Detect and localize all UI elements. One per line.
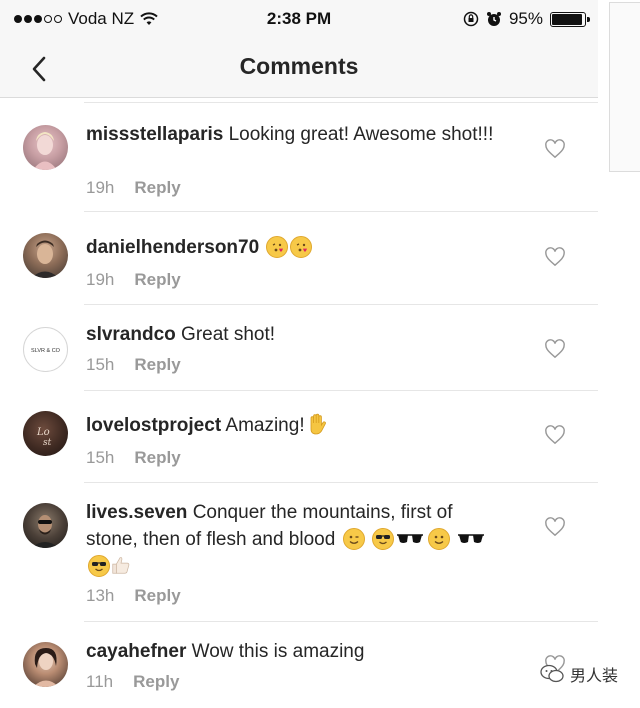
comment-time: 19h bbox=[86, 178, 115, 197]
avatar[interactable] bbox=[23, 125, 68, 170]
comment-meta: 19h Reply bbox=[86, 270, 181, 290]
comment-time: 13h bbox=[86, 586, 115, 605]
comment-time: 11h bbox=[86, 672, 114, 691]
like-heart-icon[interactable] bbox=[544, 339, 566, 359]
status-bar: Voda NZ 2:38 PM 95% bbox=[0, 0, 598, 40]
comment-time: 15h bbox=[86, 448, 115, 467]
battery-percent: 95% bbox=[508, 9, 543, 28]
reply-button[interactable]: Reply bbox=[134, 178, 180, 197]
svg-text:Lo: Lo bbox=[36, 427, 50, 438]
comment-username[interactable]: cayahefner bbox=[86, 641, 186, 662]
comment-time: 15h bbox=[86, 355, 115, 374]
reply-button[interactable]: Reply bbox=[134, 448, 180, 467]
wechat-icon bbox=[540, 664, 564, 683]
avatar[interactable]: Lo st bbox=[23, 411, 68, 456]
comment-meta: 11h Reply bbox=[86, 672, 179, 692]
status-right: 95% bbox=[463, 9, 590, 29]
like-heart-icon[interactable] bbox=[544, 139, 566, 159]
svg-text:st: st bbox=[43, 438, 52, 448]
comment-username[interactable]: danielhenderson70 bbox=[86, 237, 259, 258]
like-heart-icon[interactable] bbox=[544, 247, 566, 267]
battery-icon bbox=[550, 11, 590, 27]
comment-username[interactable]: missstellaparis bbox=[86, 124, 223, 145]
comment-username[interactable]: lovelostproject bbox=[86, 415, 221, 436]
comment-item: cayahefner Wow this is amazing 11h Reply bbox=[0, 622, 598, 708]
thumbs-up-emoji bbox=[112, 557, 130, 574]
side-panel-edge bbox=[609, 2, 640, 172]
comment-message: Great shot! bbox=[181, 324, 276, 345]
watermark: 男人装 bbox=[540, 662, 618, 686]
comment-text: danielhenderson70 bbox=[86, 234, 506, 261]
raised-hand-emoji bbox=[310, 413, 326, 435]
comment-meta: 13h Reply bbox=[86, 586, 181, 606]
divider bbox=[84, 102, 598, 103]
comment-time: 19h bbox=[86, 270, 115, 289]
avatar[interactable]: SLVR & CO bbox=[23, 327, 68, 372]
reply-button[interactable]: Reply bbox=[134, 586, 180, 605]
brand-logo: SLVR & CO bbox=[31, 348, 61, 354]
kissing-heart-emoji bbox=[290, 236, 313, 258]
avatar[interactable] bbox=[23, 503, 68, 548]
page-title: Comments bbox=[239, 53, 359, 79]
watermark-label: 男人装 bbox=[569, 668, 618, 685]
comment-item: lives.seven Conquer the mountains, first… bbox=[0, 483, 598, 622]
kissing-heart-emoji bbox=[266, 236, 289, 258]
comment-meta: 19h Reply bbox=[86, 178, 181, 198]
alarm-icon bbox=[486, 12, 501, 26]
comment-text: slvrandco Great shot! bbox=[86, 321, 506, 348]
like-heart-icon[interactable] bbox=[544, 425, 566, 445]
comment-item: SLVR & CO slvrandco Great shot! 15h Reply bbox=[0, 305, 598, 391]
phone-screen: Voda NZ 2:38 PM 95% Comments missstellap… bbox=[0, 0, 598, 708]
sunglasses-emoji bbox=[396, 534, 423, 543]
comment-message: Looking great! Awesome shot!!! bbox=[228, 124, 494, 145]
avatar[interactable] bbox=[23, 233, 68, 278]
svg-text:SLVR & CO: SLVR & CO bbox=[31, 348, 61, 354]
like-heart-icon[interactable] bbox=[544, 517, 566, 537]
comment-username[interactable]: lives.seven bbox=[86, 502, 187, 523]
comment-text: lovelostproject Amazing! bbox=[86, 412, 506, 439]
sunglasses-emoji bbox=[458, 534, 485, 543]
comment-message: Wow this is amazing bbox=[191, 641, 365, 662]
reply-button[interactable]: Reply bbox=[133, 672, 179, 691]
comment-text: missstellaparis Looking great! Awesome s… bbox=[86, 121, 506, 148]
avatar[interactable] bbox=[23, 642, 68, 687]
comment-text: cayahefner Wow this is amazing bbox=[86, 638, 506, 665]
comment-text: lives.seven Conquer the mountains, first… bbox=[86, 499, 496, 580]
comment-meta: 15h Reply bbox=[86, 448, 181, 468]
rotation-lock-icon bbox=[463, 11, 479, 27]
reply-button[interactable]: Reply bbox=[134, 270, 180, 289]
reply-button[interactable]: Reply bbox=[134, 355, 180, 374]
comment-item: Lo st lovelostproject Amazing! 15h Reply bbox=[0, 391, 598, 483]
sunglasses-face-emoji bbox=[88, 555, 110, 577]
comment-item: missstellaparis Looking great! Awesome s… bbox=[0, 106, 598, 212]
comment-meta: 15h Reply bbox=[86, 355, 181, 375]
comment-message: Amazing! bbox=[225, 415, 305, 436]
nav-bar: Comments bbox=[0, 40, 598, 98]
smiling-emoji bbox=[427, 528, 450, 550]
comment-username[interactable]: slvrandco bbox=[86, 324, 176, 345]
winking-emoji bbox=[342, 528, 365, 550]
comment-item: danielhenderson70 19h Reply bbox=[0, 212, 598, 305]
sunglasses-face-emoji bbox=[371, 528, 394, 550]
